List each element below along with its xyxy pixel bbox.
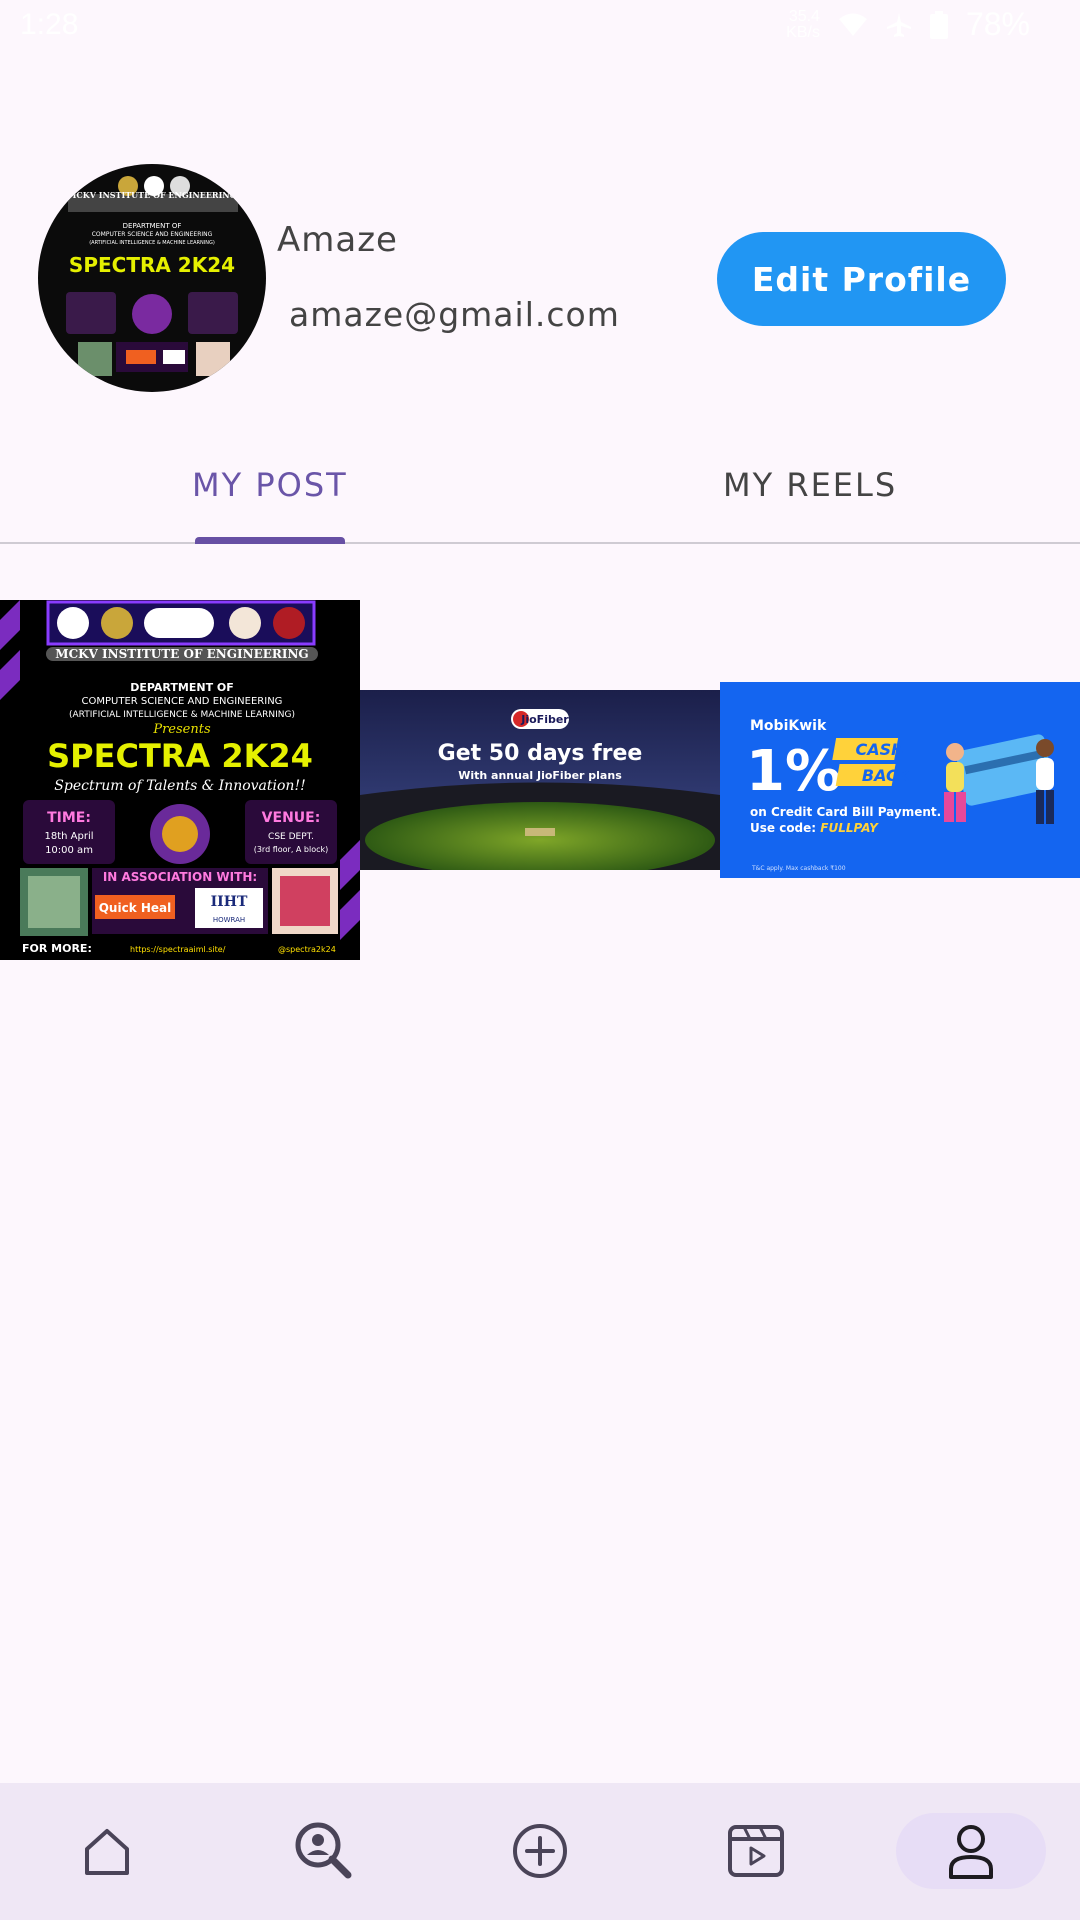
status-bar: 1:28 35.4 KB/s 78% xyxy=(0,0,1080,56)
status-icons: 35.4 KB/s 78% xyxy=(786,6,1030,43)
post-thumbnail-poster[interactable]: MCKV INSTITUTE OF ENGINEERING DEPARTMENT… xyxy=(0,600,360,960)
edit-profile-button[interactable]: Edit Profile xyxy=(717,232,1006,326)
poster-venue-value1: CSE DEPT. xyxy=(268,832,314,842)
svg-text:MCKV INSTITUTE OF ENGINEERING: MCKV INSTITUTE OF ENGINEERING xyxy=(68,190,237,200)
reels-icon xyxy=(728,1825,784,1877)
nav-add[interactable] xyxy=(490,1813,590,1889)
svg-text:COMPUTER SCIENCE AND ENGINEERI: COMPUTER SCIENCE AND ENGINEERING xyxy=(92,231,213,238)
profile-name: Amaze xyxy=(277,220,398,260)
profile-email: amaze@gmail.com xyxy=(289,295,620,334)
mobikwik-brand: MobiKwik xyxy=(750,718,827,734)
poster-time-label: TIME: xyxy=(47,810,91,826)
poster-time-value2: 10:00 am xyxy=(45,845,93,856)
jio-brand: JioFiber xyxy=(520,713,569,726)
nav-search[interactable] xyxy=(274,1813,374,1889)
network-speed-value: 35.4 xyxy=(788,7,820,25)
post-thumbnail-jiofiber-ad[interactable]: JioFiber Get 50 days free With annual Ji… xyxy=(360,690,720,870)
post-thumbnail-mobikwik-ad[interactable]: MobiKwik 1% CASH BACK on Credit Card Bil… xyxy=(720,682,1080,878)
svg-text:SPECTRA 2K24: SPECTRA 2K24 xyxy=(69,253,235,277)
nav-profile[interactable] xyxy=(896,1813,1046,1889)
status-time: 1:28 xyxy=(20,8,79,41)
poster-tagline: Spectrum of Talents & Innovation!! xyxy=(54,778,305,794)
svg-text:(ARTIFICIAL INTELLIGENCE & MAC: (ARTIFICIAL INTELLIGENCE & MACHINE LEARN… xyxy=(89,240,215,246)
profile-icon xyxy=(949,1825,993,1879)
poster-sponsor2: IIHT xyxy=(211,894,248,910)
poster-sponsor1: Quick Heal xyxy=(99,901,172,915)
poster-venue-value2: (3rd floor, A block) xyxy=(254,845,329,854)
mobikwik-back: BACK xyxy=(862,766,912,785)
mobikwik-cash: CASH xyxy=(855,740,905,759)
battery-percent: 78% xyxy=(965,6,1030,42)
poster-assoc: IN ASSOCIATION WITH: xyxy=(103,870,257,884)
poster-title: SPECTRA 2K24 xyxy=(47,737,313,775)
network-speed: 35.4 KB/s xyxy=(786,7,820,41)
nav-home[interactable] xyxy=(57,1813,157,1889)
network-speed-unit: KB/s xyxy=(786,23,820,41)
mobikwik-line1: on Credit Card Bill Payment. xyxy=(750,805,941,819)
poster-dept1: DEPARTMENT OF xyxy=(130,681,234,694)
add-icon xyxy=(513,1824,567,1878)
poster-time-value1: 18th April xyxy=(44,831,93,842)
poster-footer-left: FOR MORE: xyxy=(22,942,92,955)
poster-sponsor2-sub: HOWRAH xyxy=(213,916,245,924)
battery-icon xyxy=(929,10,948,39)
profile-tabs: MY POST MY REELS xyxy=(0,450,1080,544)
svg-text:DEPARTMENT OF: DEPARTMENT OF xyxy=(123,222,182,230)
mobikwik-ad-image: MobiKwik 1% CASH BACK on Credit Card Bil… xyxy=(720,682,1080,878)
airplane-icon xyxy=(886,12,911,37)
home-icon xyxy=(85,1829,129,1875)
mobikwik-line2-prefix: Use code: xyxy=(750,821,820,835)
svg-text:Use code: FULLPAY: Use code: FULLPAY xyxy=(750,821,879,835)
nav-reels[interactable] xyxy=(706,1813,806,1889)
mobikwik-code: FULLPAY xyxy=(820,821,879,835)
poster-dept3: (ARTIFICIAL INTELLIGENCE & MACHINE LEARN… xyxy=(69,710,295,720)
tab-my-reels[interactable]: MY REELS xyxy=(723,466,897,504)
jio-subline: With annual JioFiber plans xyxy=(458,769,622,782)
profile-avatar[interactable]: MCKV INSTITUTE OF ENGINEERING DEPARTMENT… xyxy=(38,164,266,392)
poster-dept2: COMPUTER SCIENCE AND ENGINEERING xyxy=(82,696,283,707)
tab-my-post[interactable]: MY POST xyxy=(192,466,348,504)
poster-college: MCKV INSTITUTE OF ENGINEERING xyxy=(55,647,308,661)
poster-presents: Presents xyxy=(152,722,211,737)
mobikwik-percent: 1% xyxy=(746,739,841,804)
jiofiber-ad-image: JioFiber Get 50 days free With annual Ji… xyxy=(360,690,720,870)
poster-venue-label: VENUE: xyxy=(262,810,321,826)
search-icon xyxy=(295,1822,352,1879)
tab-indicator xyxy=(195,537,345,544)
poster-footer-insta: @spectra2k24 xyxy=(278,945,336,954)
avatar-poster-image: MCKV INSTITUTE OF ENGINEERING DEPARTMENT… xyxy=(38,164,266,392)
mobikwik-fine-print: T&C apply. Max cashback ₹100 xyxy=(751,865,846,872)
bottom-navigation xyxy=(0,1783,1080,1920)
poster-image: MCKV INSTITUTE OF ENGINEERING DEPARTMENT… xyxy=(0,600,360,960)
wifi-icon xyxy=(838,13,867,36)
poster-footer-link: https://spectraaiml.site/ xyxy=(130,945,226,954)
jio-headline: Get 50 days free xyxy=(438,741,643,766)
